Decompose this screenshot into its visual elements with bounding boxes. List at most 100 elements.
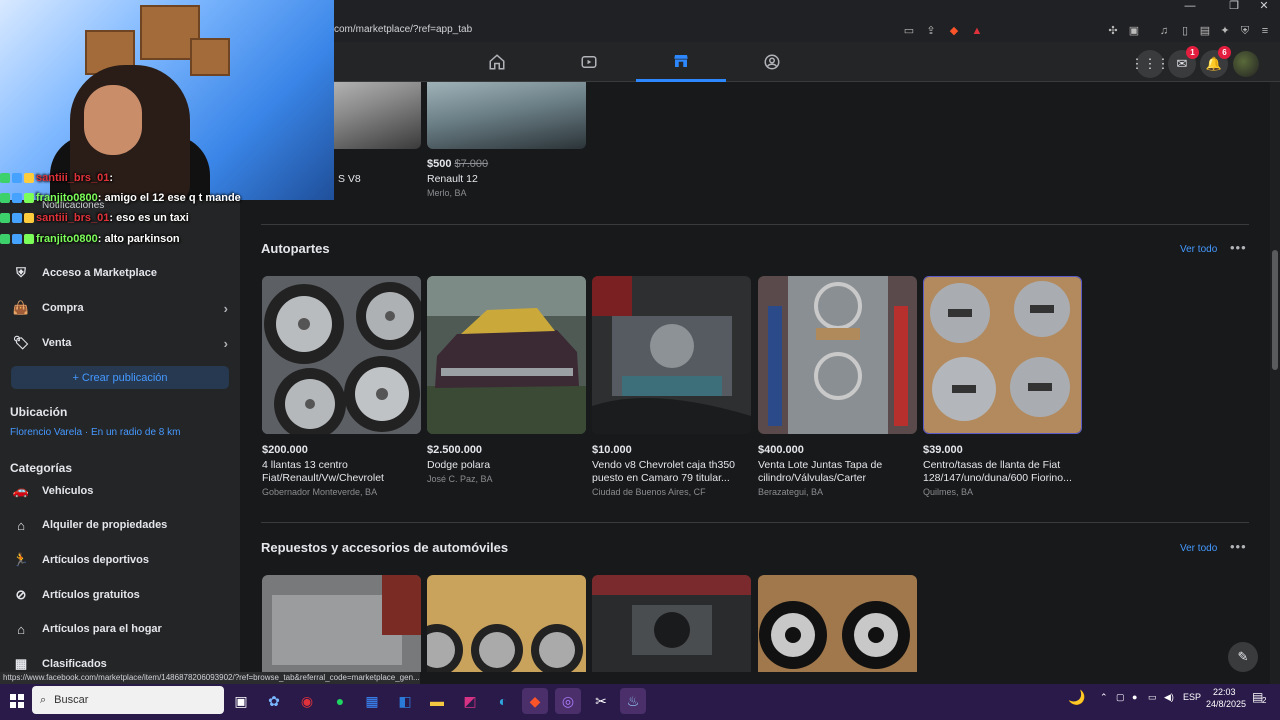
task-view-icon: ▣: [234, 692, 248, 709]
sidebar-item-sell[interactable]: 🏷 Venta ›: [10, 329, 230, 357]
vpn-icon[interactable]: ⛨: [1238, 24, 1252, 38]
hubcaps-photo: [924, 277, 1081, 433]
taskbar-search[interactable]: ⌕ Buscar: [32, 686, 224, 714]
tab-groups[interactable]: [727, 42, 817, 82]
outlook-button[interactable]: ◧: [392, 688, 418, 714]
create-listing-button[interactable]: + Crear publicación: [11, 366, 229, 389]
messenger-badge: 1: [1186, 46, 1199, 59]
minimize-icon[interactable]: —: [1176, 0, 1204, 14]
capcut-button[interactable]: ✂: [588, 688, 614, 714]
restore-icon[interactable]: ❐: [1220, 0, 1248, 14]
category-property-rentals[interactable]: ⌂ Alquiler de propiedades: [10, 511, 230, 539]
listing-card[interactable]: $500 $7.000 Renault 12 Merlo, BA: [427, 82, 586, 198]
task-view-button[interactable]: ▣: [228, 688, 254, 714]
clock-date[interactable]: 24/8/2025: [1206, 699, 1246, 709]
chat-username: franjito0800: [36, 192, 98, 204]
language-indicator[interactable]: ESP: [1183, 692, 1201, 702]
listing-card[interactable]: [592, 575, 751, 672]
chat-line: franjito0800 : amigo el 12 ese q t mande: [0, 192, 241, 204]
tab-marketplace[interactable]: [636, 42, 726, 82]
badge-icon: [24, 213, 34, 223]
edge-button[interactable]: ◐: [490, 688, 516, 714]
listing-card[interactable]: [262, 575, 421, 672]
see-all-link[interactable]: Ver todo: [1180, 244, 1217, 255]
cast-icon[interactable]: ▭: [902, 24, 916, 38]
close-window-icon[interactable]: ✕: [1250, 0, 1278, 14]
listing-card[interactable]: $39.000 Centro/tasas de llanta de Fiat 1…: [923, 276, 1082, 497]
menu-grid-button[interactable]: ⋮⋮⋮: [1131, 50, 1170, 78]
spotify-button[interactable]: ●: [327, 688, 353, 714]
music-icon[interactable]: ♫: [1157, 24, 1171, 38]
taskbar-app[interactable]: ◎: [555, 688, 581, 714]
engine-photo: [592, 276, 751, 434]
search-placeholder: Buscar: [54, 694, 89, 706]
leo-ai-icon[interactable]: ✦: [1218, 24, 1232, 38]
volume-icon[interactable]: ◀): [1164, 692, 1174, 703]
tray-chevron-icon[interactable]: ⌃: [1100, 692, 1108, 703]
listing-card[interactable]: [427, 575, 586, 672]
brave-rewards-icon[interactable]: ▲: [970, 24, 984, 38]
network-icon[interactable]: ▭: [1148, 692, 1157, 703]
app-icon: ◉: [300, 692, 314, 709]
taskbar-app[interactable]: ◉: [294, 688, 320, 714]
more-options-icon[interactable]: •••: [1230, 240, 1247, 255]
listing-image: [592, 575, 751, 672]
wallet-icon[interactable]: ▤: [1198, 24, 1212, 38]
listing-card[interactable]: $10.000 Vendo v8 Chevrolet caja th350 pu…: [592, 276, 751, 497]
compose-button[interactable]: ✎: [1228, 642, 1258, 672]
brave-shield-icon[interactable]: ◆: [947, 24, 961, 38]
page-scrollbar[interactable]: [1270, 82, 1280, 684]
listing-card[interactable]: [758, 575, 917, 672]
listing-card[interactable]: $2.500.000 Dodge polara José C. Paz, BA: [427, 276, 586, 484]
listing-card[interactable]: $200.000 4 llantas 13 centro Fiat/Renaul…: [262, 276, 421, 497]
brave-button[interactable]: ◆: [522, 688, 548, 714]
sidebar-item-buy[interactable]: 👜 Compra ›: [10, 294, 230, 322]
tab-video[interactable]: [544, 42, 634, 82]
tab-home[interactable]: [452, 42, 542, 82]
account-avatar[interactable]: [1233, 51, 1259, 77]
sidebar-toggle-icon[interactable]: ▯: [1178, 24, 1192, 38]
clock-time[interactable]: 22:03: [1213, 687, 1236, 697]
tab-search-icon[interactable]: ▣: [1127, 24, 1141, 38]
listing-location: Gobernador Monteverde, BA: [262, 487, 378, 497]
file-explorer-button[interactable]: ▬: [424, 688, 450, 714]
badge-icon: [24, 193, 34, 203]
menu-icon[interactable]: ≡: [1258, 24, 1272, 38]
see-all-link[interactable]: Ver todo: [1180, 543, 1217, 554]
scrollbar-thumb[interactable]: [1272, 250, 1278, 370]
category-label: Alquiler de propiedades: [42, 519, 168, 531]
more-options-icon[interactable]: •••: [1230, 539, 1247, 554]
tag-icon: 🏷: [12, 335, 30, 350]
old-price: $7.000: [454, 158, 489, 170]
tray-icon[interactable]: ▢: [1116, 692, 1125, 703]
location-filter-link[interactable]: Florencio Varela · En un radio de 8 km: [10, 427, 180, 438]
mic-icon[interactable]: ●: [1132, 692, 1137, 702]
category-home-goods[interactable]: ⌂ Artículos para el hogar: [10, 615, 230, 643]
category-free-stuff[interactable]: ⊘ Artículos gratuitos: [10, 581, 230, 609]
copilot-button[interactable]: ✿: [261, 688, 287, 714]
category-vehicles[interactable]: 🚗 Vehículos: [10, 477, 230, 505]
share-icon[interactable]: ⇪: [924, 24, 938, 38]
chat-line: franjito0800 : alto parkinson: [0, 233, 180, 245]
start-button[interactable]: [4, 688, 30, 714]
url-text[interactable]: com/marketplace/?ref=app_tab: [334, 24, 472, 35]
sidebar-item-marketplace-access[interactable]: ⛨ Acceso a Marketplace: [10, 259, 230, 287]
listing-card[interactable]: $400.000 Venta Lote Juntas Tapa de cilin…: [758, 276, 917, 497]
folder-icon: ▬: [430, 693, 444, 709]
steam-icon: ♨: [626, 692, 640, 709]
taskbar-app[interactable]: ◩: [457, 688, 483, 714]
extensions-icon[interactable]: ✣: [1106, 24, 1120, 38]
free-tag-icon: ⊘: [15, 587, 27, 602]
app-icon: ◎: [561, 692, 575, 709]
category-sporting-goods[interactable]: 🏃 Artículos deportivos: [10, 546, 230, 574]
streamer-webcam: [0, 0, 334, 200]
search-icon: ⌕: [40, 693, 47, 706]
bag-icon: 👜: [12, 300, 30, 315]
category-label: Clasificados: [42, 658, 107, 670]
shelf: [190, 38, 230, 76]
section-divider: [261, 522, 1249, 523]
store-button[interactable]: ▦: [359, 688, 385, 714]
chat-line: santiii_brs_01 :: [0, 172, 113, 184]
badge-icon: [24, 173, 34, 183]
steam-button[interactable]: ♨: [620, 688, 646, 714]
